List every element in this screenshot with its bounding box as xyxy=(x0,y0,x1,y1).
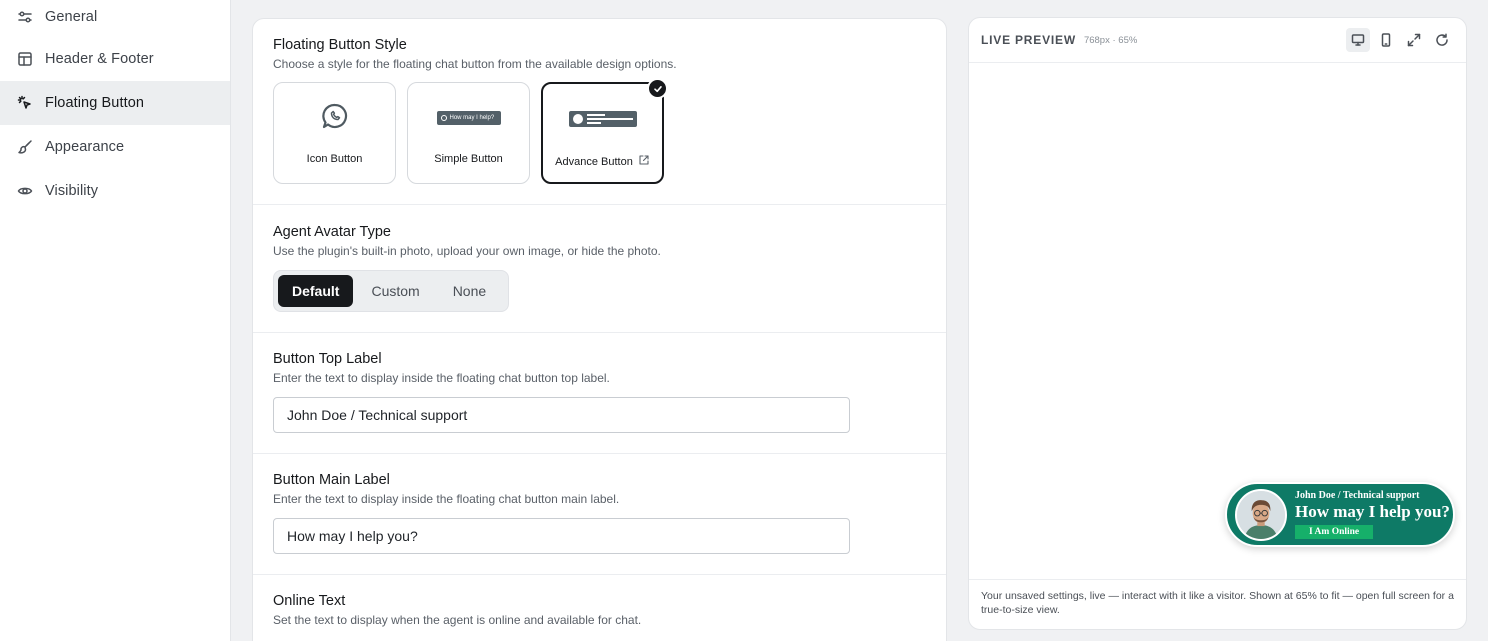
sidebar-item-visibility[interactable]: Visibility xyxy=(0,169,230,213)
preview-canvas: John Doe / Technical support How may I h… xyxy=(969,63,1466,579)
preview-toolbar xyxy=(1346,28,1454,52)
live-preview-panel: LIVE PREVIEW 768px · 65% John Doe / Tech… xyxy=(968,17,1467,630)
style-option-advance-button[interactable]: Advance Button xyxy=(541,78,668,184)
expand-icon[interactable] xyxy=(1402,28,1426,52)
avatar-type-none[interactable]: None xyxy=(438,275,504,307)
sidebar-item-header-footer[interactable]: Header & Footer xyxy=(0,37,230,81)
floating-chat-button[interactable]: John Doe / Technical support How may I h… xyxy=(1225,482,1455,547)
sidebar-item-label: Visibility xyxy=(45,183,99,199)
avatar-type-default[interactable]: Default xyxy=(278,275,354,307)
section-title: Agent Avatar Type xyxy=(273,224,391,240)
desktop-icon[interactable] xyxy=(1346,28,1370,52)
section-description: Set the text to display when the agent i… xyxy=(273,613,642,627)
refresh-icon[interactable] xyxy=(1430,28,1454,52)
style-options: Icon Button How may I help? Simple Butto… xyxy=(273,78,926,184)
online-badge: I Am Online xyxy=(1295,525,1374,539)
eye-icon xyxy=(17,183,33,199)
simple-button-thumbnail: How may I help? xyxy=(436,111,501,125)
section-description: Enter the text to display inside the flo… xyxy=(273,371,610,385)
section-title: Button Top Label xyxy=(273,351,382,367)
style-option-icon-button[interactable]: Icon Button xyxy=(273,82,396,184)
preview-title: LIVE PREVIEW xyxy=(981,33,1076,47)
sidebar-item-appearance[interactable]: Appearance xyxy=(0,125,230,169)
avatar-type-segmented-control: Default Custom None xyxy=(273,270,510,312)
section-title: Button Main Label xyxy=(273,472,390,488)
mobile-icon[interactable] xyxy=(1374,28,1398,52)
sidebar-item-label: General xyxy=(45,8,98,25)
agent-avatar-type-section: Agent Avatar Type Use the plugin's built… xyxy=(253,205,946,333)
layout-icon xyxy=(17,51,33,67)
sidebar-item-general[interactable]: General xyxy=(0,0,230,37)
brush-icon xyxy=(17,139,33,155)
avatar-type-custom[interactable]: Custom xyxy=(353,275,437,307)
chat-bubble-icon xyxy=(320,101,350,136)
preview-header: LIVE PREVIEW 768px · 65% xyxy=(969,18,1466,63)
style-option-label: Simple Button xyxy=(434,153,503,165)
preview-meta: 768px · 65% xyxy=(1083,34,1138,46)
sliders-icon xyxy=(17,9,33,25)
button-top-label-section: Button Top Label Enter the text to displ… xyxy=(253,333,946,454)
top-label-input[interactable] xyxy=(273,397,850,433)
preview-footer-note: Your unsaved settings, live — interact w… xyxy=(969,579,1466,626)
style-option-label: Icon Button xyxy=(306,153,363,165)
style-option-label: Advance Button xyxy=(555,155,633,168)
button-style-section: Floating Button Style Choose a style for… xyxy=(253,19,946,205)
sidebar-item-floating-button[interactable]: Floating Button xyxy=(0,81,230,125)
settings-sidebar: General Header & Footer Floating Button … xyxy=(0,0,231,641)
agent-avatar xyxy=(1235,488,1287,541)
section-description: Enter the text to display inside the flo… xyxy=(273,492,620,506)
check-icon xyxy=(647,78,668,99)
section-title: Floating Button Style xyxy=(273,37,407,53)
sidebar-item-label: Floating Button xyxy=(45,95,145,111)
external-link-icon[interactable] xyxy=(638,154,650,169)
advance-button-thumbnail xyxy=(568,111,637,127)
sidebar-item-label: Header & Footer xyxy=(45,51,154,67)
section-description: Choose a style for the floating chat but… xyxy=(273,57,677,71)
main-label-input[interactable] xyxy=(273,518,850,554)
fab-main-label: How may I help you? xyxy=(1295,502,1450,521)
style-option-simple-button[interactable]: How may I help? Simple Button xyxy=(407,82,530,184)
pointer-click-icon xyxy=(17,95,33,111)
button-main-label-section: Button Main Label Enter the text to disp… xyxy=(253,454,946,575)
sidebar-item-label: Appearance xyxy=(45,139,125,155)
section-description: Use the plugin's built-in photo, upload … xyxy=(273,244,661,258)
floating-button-settings-panel: Floating Button Style Choose a style for… xyxy=(252,18,947,641)
online-text-section: Online Text Set the text to display when… xyxy=(253,575,946,641)
fab-top-label: John Doe / Technical support xyxy=(1295,490,1420,501)
section-title: Online Text xyxy=(273,593,346,609)
